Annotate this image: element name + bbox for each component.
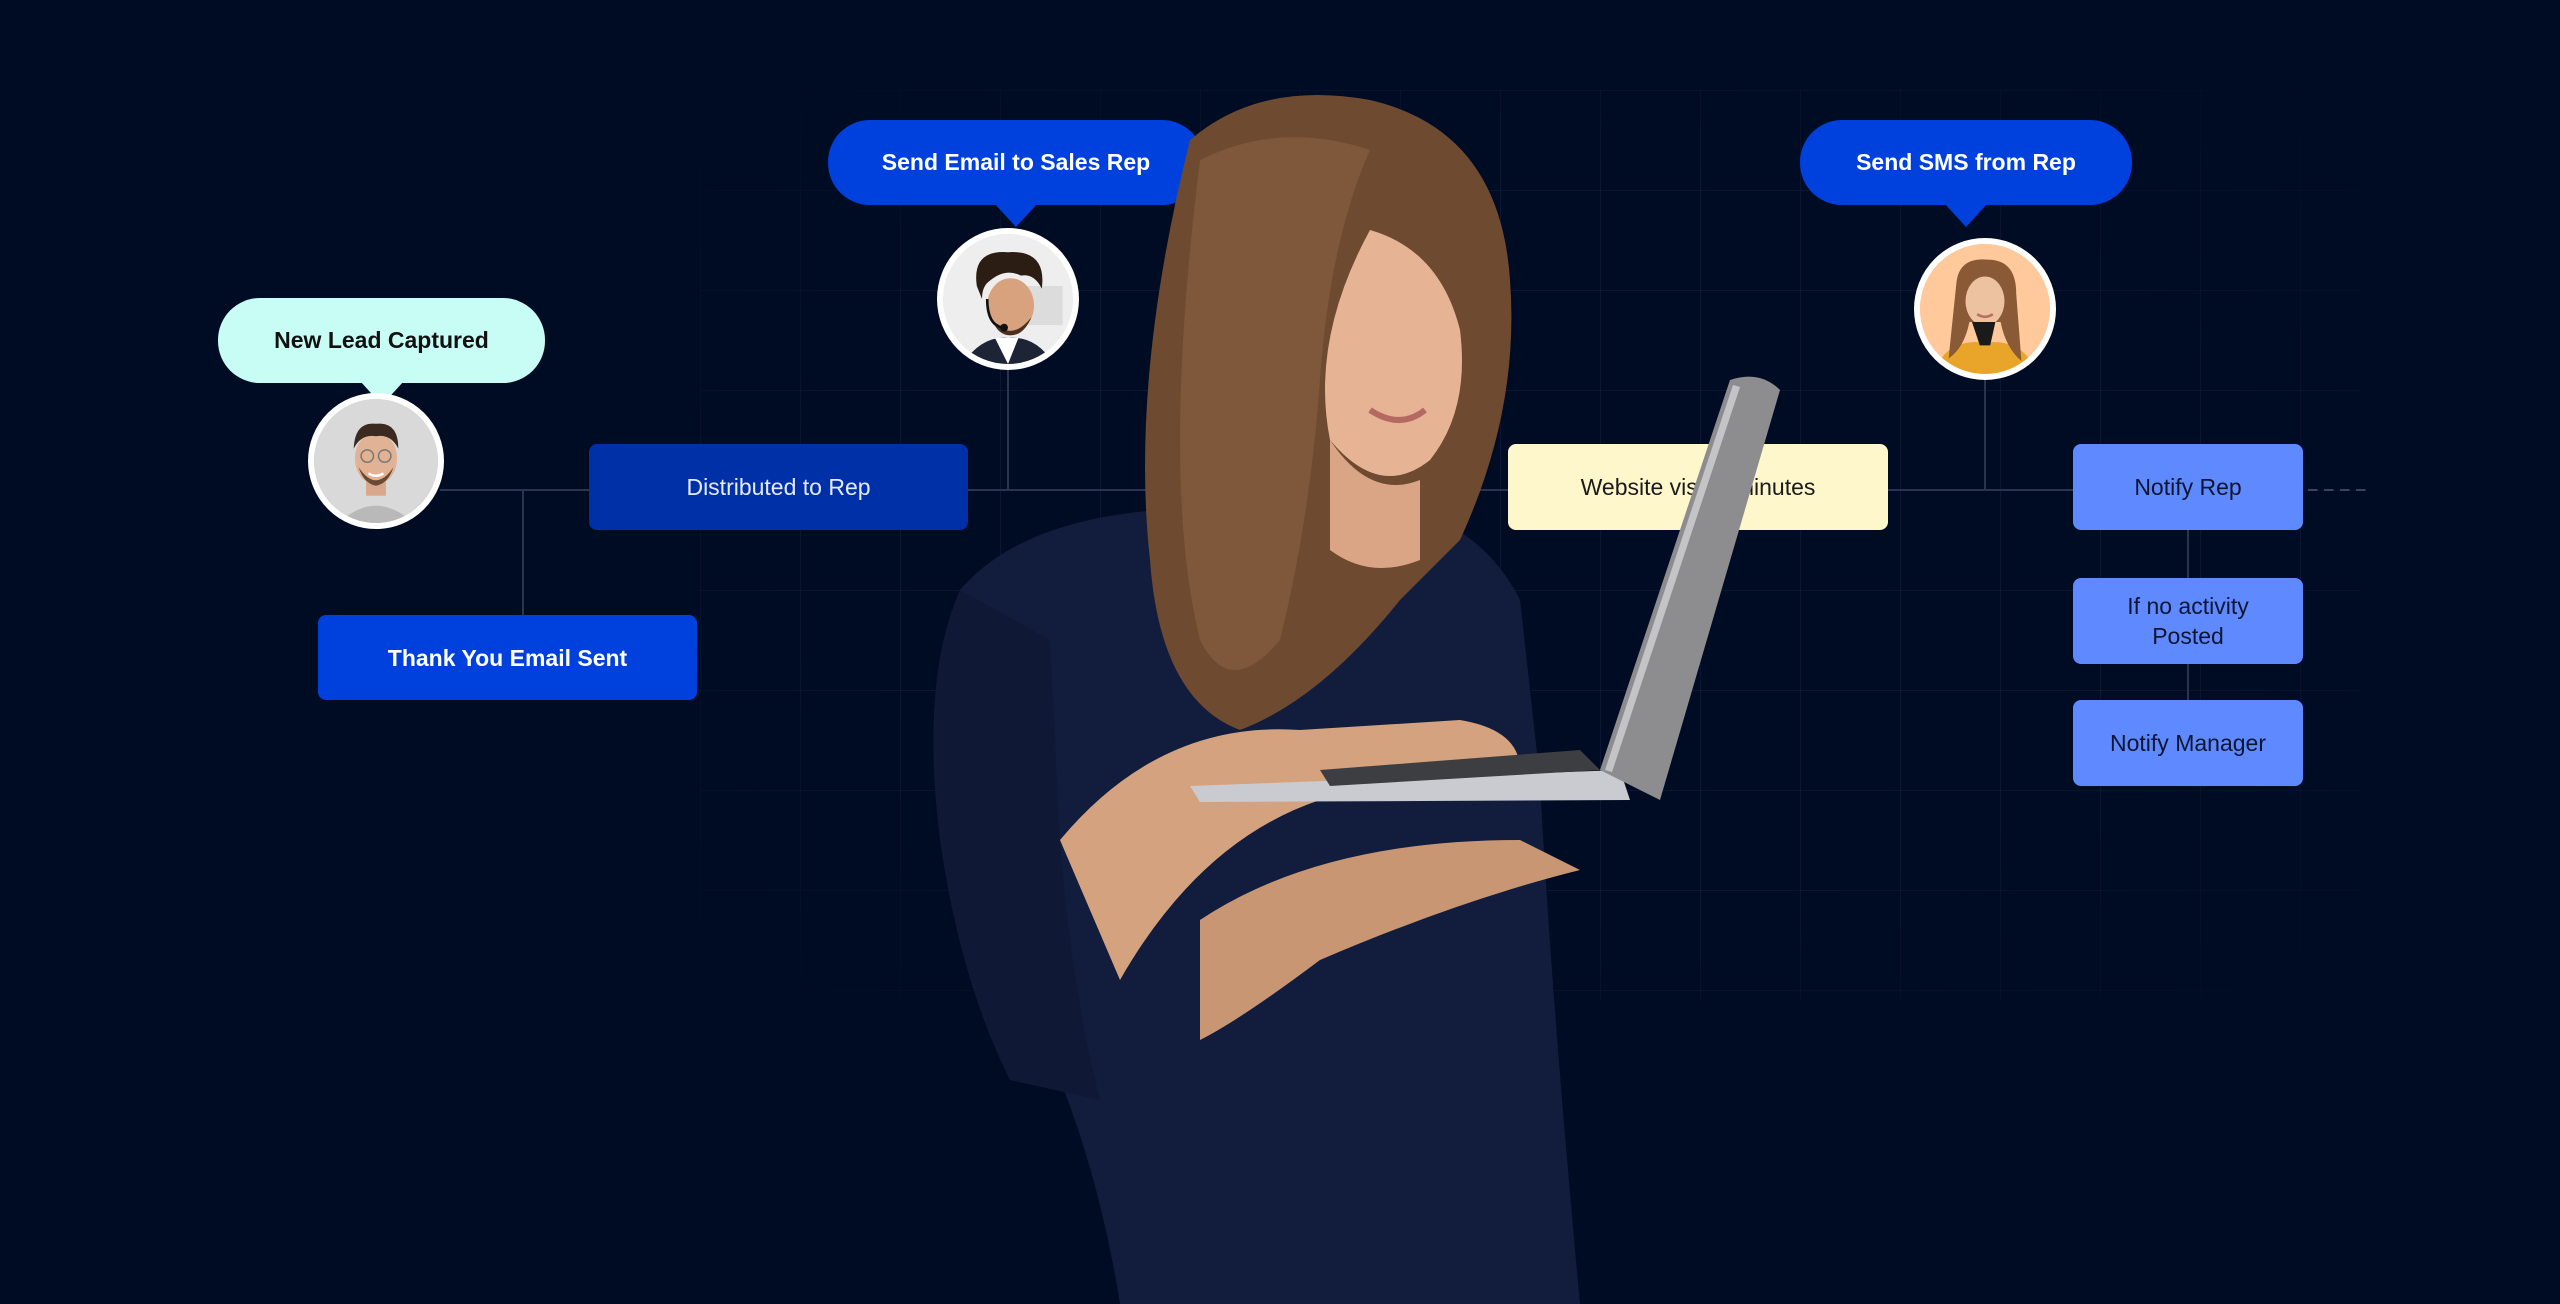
notify-manager-node[interactable]: Notify Manager [2073, 700, 2303, 786]
woman-holding-laptop-illustration [933, 95, 1780, 1304]
thank-you-email-label: Thank You Email Sent [387, 644, 628, 671]
man-with-glasses-avatar [308, 393, 444, 529]
connector-continuation-dashed [2308, 489, 2372, 491]
if-no-activity-node[interactable]: If no activity Posted [2073, 578, 2303, 664]
thank-you-email-node[interactable]: Thank You Email Sent [318, 615, 697, 700]
notify-manager-label: Notify Manager [2110, 730, 2266, 756]
connector-notify-rep-to-no-activity [2187, 530, 2189, 578]
if-no-activity-label: If no activity Posted [2127, 593, 2249, 649]
notify-rep-label: Notify Rep [2134, 474, 2242, 500]
connector-trigger-to-distributed [440, 489, 590, 491]
connector-to-thank-you [522, 489, 524, 616]
woman-holding-laptop-image [900, 80, 2080, 1304]
new-lead-captured-label: New Lead Captured [274, 327, 489, 353]
connector-no-activity-to-manager [2187, 664, 2189, 700]
notify-rep-node[interactable]: Notify Rep [2073, 444, 2303, 530]
new-lead-captured-bubble[interactable]: New Lead Captured [218, 298, 545, 405]
distributed-to-rep-label: Distributed to Rep [686, 474, 871, 500]
